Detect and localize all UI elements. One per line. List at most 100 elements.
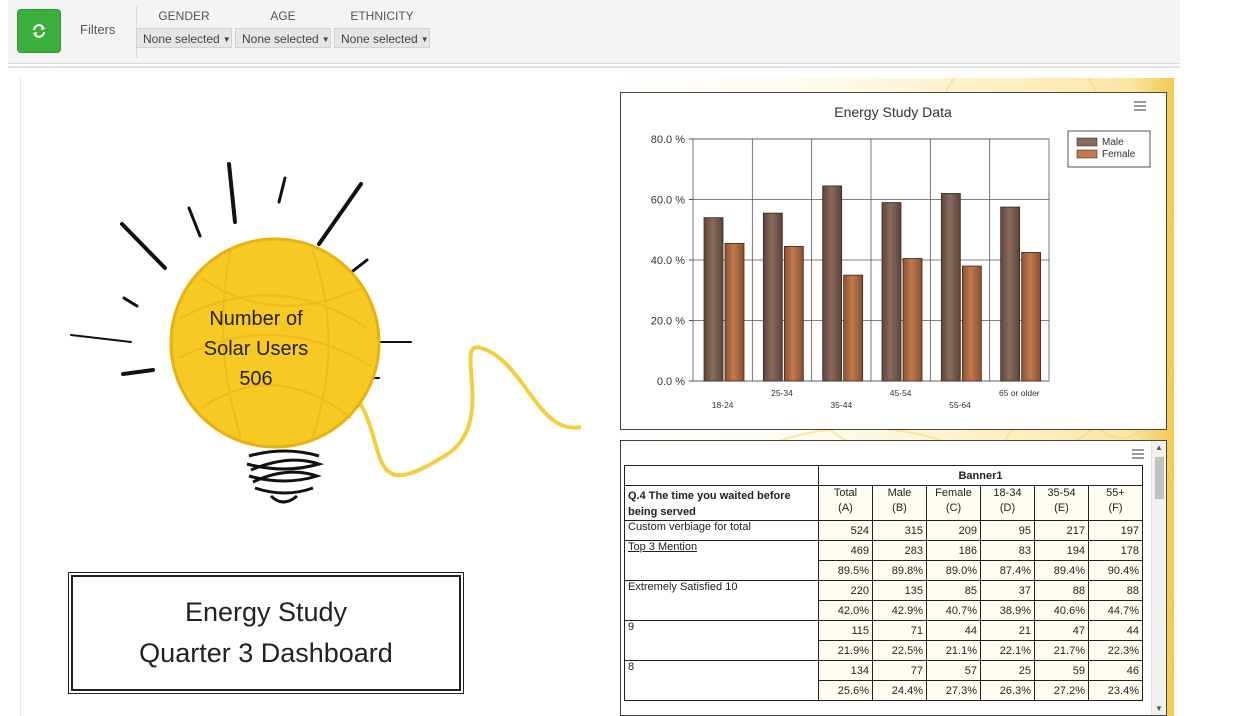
count-cell: 524 [818, 520, 873, 541]
percent-cell: 89.0% [926, 560, 981, 581]
row-label-text: Custom verbiage for total [628, 521, 751, 533]
filters-label: Filters [80, 22, 116, 37]
bar-female [961, 265, 982, 382]
column-letter: (E) [1054, 502, 1069, 514]
metric-value: 506 [239, 368, 273, 390]
row-label[interactable]: Top 3 Mention [624, 540, 819, 581]
column-name: Total [833, 487, 858, 499]
percent-cell: 21.9% [818, 640, 873, 661]
count-cell: 115 [818, 620, 873, 641]
count-cell: 95 [980, 520, 1035, 541]
question-text: The time you waited before being served [628, 490, 791, 518]
count-cell: 44 [1088, 620, 1143, 641]
table-row: 9 115 71 44 21 47 44 [624, 620, 1143, 661]
gender-filter-select[interactable]: None selected ▼ [136, 28, 232, 48]
count-cell: 88 [1088, 580, 1143, 601]
legend-swatch-male [1076, 137, 1098, 147]
filter-toolbar: Filters GENDER None selected ▼ AGE None s… [8, 0, 1180, 64]
column-name: 55+ [1106, 487, 1125, 499]
x-tick-label: 45-54 [890, 388, 912, 398]
bar-male [703, 217, 724, 382]
chevron-down-icon: ▼ [420, 34, 429, 44]
count-cell: 57 [926, 660, 981, 681]
count-cell: 283 [872, 540, 927, 561]
count-cell: 194 [1034, 540, 1089, 561]
legend-label: Male [1102, 137, 1124, 148]
count-cell: 220 [818, 580, 873, 601]
bar-female [724, 242, 745, 382]
banner-header: Banner1 [818, 465, 1143, 486]
age-filter-value: None selected [242, 32, 319, 46]
ethnicity-filter-select[interactable]: None selected ▼ [334, 28, 430, 48]
bar-male [881, 202, 902, 382]
x-tick-label: 25-34 [771, 388, 793, 398]
title-line1: Energy Study [184, 597, 348, 627]
top3-mention-link[interactable]: Top 3 Mention [628, 541, 697, 553]
table-row: Top 3 Mention 469 283 186 83 194 178 [624, 540, 1143, 581]
percent-cell: 89.5% [818, 560, 873, 581]
refresh-button[interactable] [17, 9, 61, 53]
count-cell: 25 [980, 660, 1035, 681]
solar-users-metric: Number of Solar Users 506 [171, 304, 341, 394]
y-tick-label: 80.0 % [651, 134, 685, 146]
count-cell: 47 [1034, 620, 1089, 641]
row-label: 8 [624, 660, 819, 701]
legend-swatch-female [1076, 149, 1098, 159]
scroll-up-icon[interactable]: ▲ [1155, 443, 1163, 452]
column-letter: (C) [945, 502, 962, 514]
percent-cell: 89.4% [1034, 560, 1089, 581]
count-cell: 178 [1088, 540, 1143, 561]
column-header: Male (B) [872, 485, 927, 521]
count-cell: 21 [980, 620, 1035, 641]
column-header-row: Q.4 The time you waited before being ser… [624, 485, 1143, 521]
count-cell: 83 [980, 540, 1035, 561]
title-line2: Quarter 3 Dashboard [139, 638, 393, 668]
y-tick-label: 60.0 % [651, 195, 685, 207]
x-tick-label: 65 or older [999, 388, 1040, 398]
x-tick-label: 18-24 [712, 400, 734, 410]
age-filter: AGE None selected ▼ [235, 8, 331, 48]
column-header: 55+ (F) [1088, 485, 1143, 521]
count-cell: 134 [818, 660, 873, 681]
table-scrollbar[interactable]: ▲ ▼ [1151, 441, 1166, 715]
corner-cell [624, 465, 819, 486]
table-menu-icon[interactable] [1132, 449, 1144, 459]
count-cell: 135 [872, 580, 927, 601]
chart-panel: Energy Study Data 0.0 % 20.0 % 40.0 % 60.0 %… [620, 92, 1167, 430]
percent-cell: 87.4% [980, 560, 1035, 581]
bar-chart: Energy Study Data 0.0 % 20.0 % 40.0 % 60.0 %… [651, 104, 1151, 410]
count-cell: 71 [872, 620, 927, 641]
count-cell: 37 [980, 580, 1035, 601]
percent-cell: 23.4% [1088, 680, 1143, 701]
percent-cell: 89.8% [872, 560, 927, 581]
gender-filter: GENDER None selected ▼ [136, 8, 232, 48]
percent-cell: 22.3% [1088, 640, 1143, 661]
scroll-thumb[interactable] [1155, 457, 1164, 499]
age-filter-select[interactable]: None selected ▼ [235, 28, 331, 48]
count-cell: 209 [926, 520, 981, 541]
row-label: Extremely Satisfied 10 [624, 580, 819, 621]
column-header: 35-54 (E) [1034, 485, 1089, 521]
percent-cell: 24.4% [872, 680, 927, 701]
question-cell: Q.4 The time you waited before being ser… [624, 485, 819, 521]
percent-cell: 27.2% [1034, 680, 1089, 701]
table-row: Extremely Satisfied 10 220 135 85 37 88 88 [624, 580, 1143, 621]
count-cell: 315 [872, 520, 927, 541]
scroll-down-icon[interactable]: ▼ [1155, 704, 1163, 713]
percent-cell: 21.7% [1034, 640, 1089, 661]
count-cell: 44 [926, 620, 981, 641]
percent-cell: 42.0% [818, 600, 873, 621]
column-name: Male [887, 487, 912, 499]
x-tick-label: 35-44 [830, 400, 852, 410]
column-name: Female [935, 487, 972, 499]
percent-cell: 40.6% [1034, 600, 1089, 621]
count-cell: 59 [1034, 660, 1089, 681]
ethnicity-filter: ETHNICITY None selected ▼ [334, 8, 430, 48]
dashboard-title: Energy Study Quarter 3 Dashboard [68, 572, 464, 694]
table-row: 8 134 77 57 25 59 46 [624, 660, 1143, 701]
chart-menu-icon[interactable] [1134, 101, 1146, 111]
column-header: Female (C) [926, 485, 981, 521]
chevron-down-icon: ▼ [321, 34, 330, 44]
row-label-text: Extremely Satisfied 10 [628, 581, 738, 593]
percent-cell: 21.1% [926, 640, 981, 661]
